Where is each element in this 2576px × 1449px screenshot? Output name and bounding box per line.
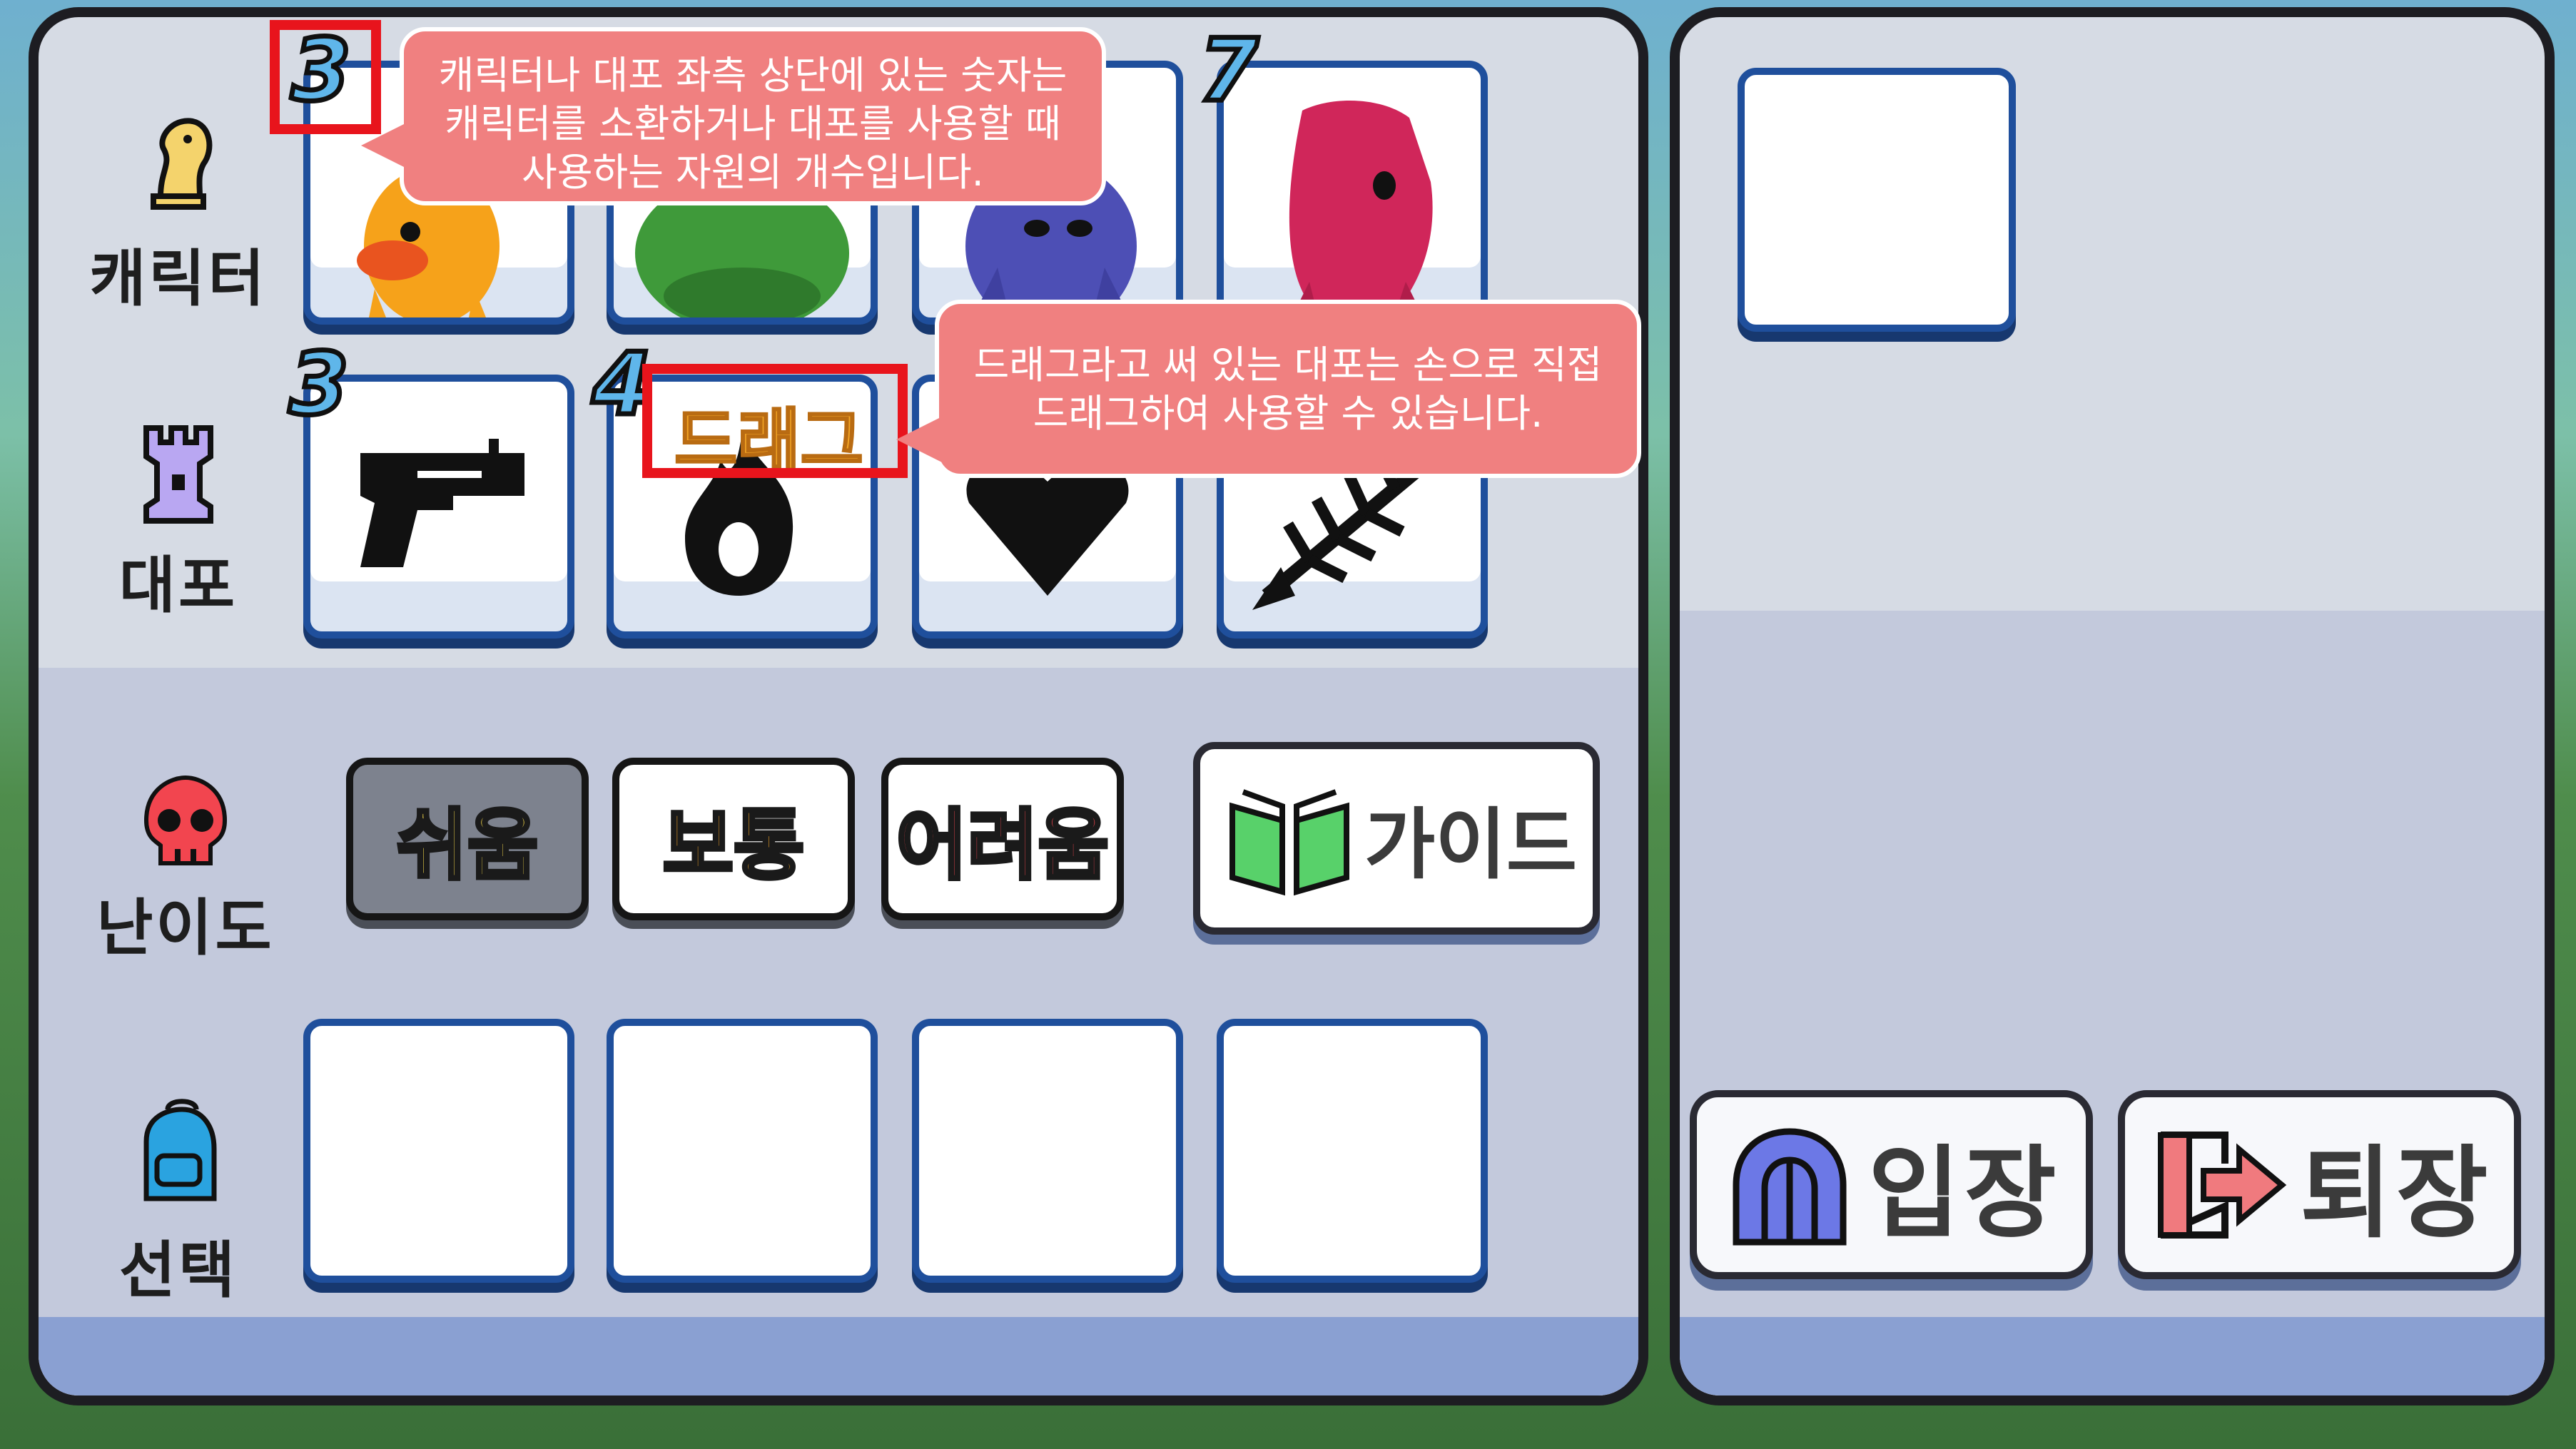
preview-base-strip <box>1680 1317 2545 1395</box>
tower-icon <box>143 425 213 524</box>
difficulty-label-text: 난이도 <box>96 893 275 964</box>
drag-tooltip-text: 드래그라고 써 있는 대포는 손으로 직접 드래그하여 사용할 수 있습니다. <box>973 342 1603 436</box>
select-label-text: 선택 <box>118 1235 238 1306</box>
enter-button[interactable]: 입장 <box>1690 1090 2093 1279</box>
knight-icon <box>151 118 213 210</box>
normal-label: 보통 <box>661 800 806 893</box>
selected-slot-3[interactable] <box>912 1019 1183 1283</box>
preview-slot <box>1738 68 2016 332</box>
drag-highlight-box <box>642 364 908 478</box>
cannon-label-text: 대포 <box>118 550 238 621</box>
easy-button[interactable]: 쉬움 <box>346 758 589 920</box>
book-icon <box>1229 789 1349 896</box>
selected-slot-1[interactable] <box>303 1019 574 1283</box>
guide-label: 가이드 <box>1364 800 1578 890</box>
exit-door-icon <box>2158 1131 2287 1239</box>
difficulty-row-label: 난이도 <box>71 771 300 967</box>
gate-icon <box>1733 1127 1847 1245</box>
selected-slot-2[interactable] <box>607 1019 878 1283</box>
tooltip-pointer <box>361 117 418 174</box>
cost-tooltip: 캐릭터나 대포 좌측 상단에 있는 숫자는 캐릭터를 소환하거나 대포를 사용할… <box>361 27 1106 205</box>
easy-label: 쉬움 <box>395 800 540 893</box>
red-hooded-character <box>1289 101 1433 317</box>
tooltip-pointer <box>896 411 953 468</box>
normal-button[interactable]: 보통 <box>612 758 855 920</box>
cannon-row-label: 대포 <box>71 414 285 624</box>
character-row-label: 캐릭터 <box>71 107 285 317</box>
exit-label: 퇴장 <box>2300 1135 2493 1252</box>
selected-slot-4[interactable] <box>1217 1019 1488 1283</box>
character-label-text: 캐릭터 <box>89 243 268 315</box>
cost-tooltip-text: 캐릭터나 대포 좌측 상단에 있는 숫자는 캐릭터를 소환하거나 대포를 사용할… <box>438 53 1068 195</box>
revolver-icon <box>360 439 524 567</box>
cannon-cost-1: 3 <box>287 333 351 437</box>
exit-button[interactable]: 퇴장 <box>2118 1090 2521 1279</box>
backpack-icon <box>143 1099 217 1201</box>
drag-tooltip: 드래그라고 써 있는 대포는 손으로 직접 드래그하여 사용할 수 있습니다. <box>896 300 1641 478</box>
hard-label: 어려움 <box>894 800 1110 893</box>
select-row-label: 선택 <box>71 1099 285 1309</box>
character-cost-4: 7 <box>1197 19 1261 123</box>
enter-label: 입장 <box>1868 1135 2061 1252</box>
guide-button[interactable]: 가이드 <box>1193 742 1600 935</box>
panel-base-strip <box>39 1317 1638 1395</box>
hard-button[interactable]: 어려움 <box>881 758 1124 920</box>
skull-icon <box>143 775 228 865</box>
